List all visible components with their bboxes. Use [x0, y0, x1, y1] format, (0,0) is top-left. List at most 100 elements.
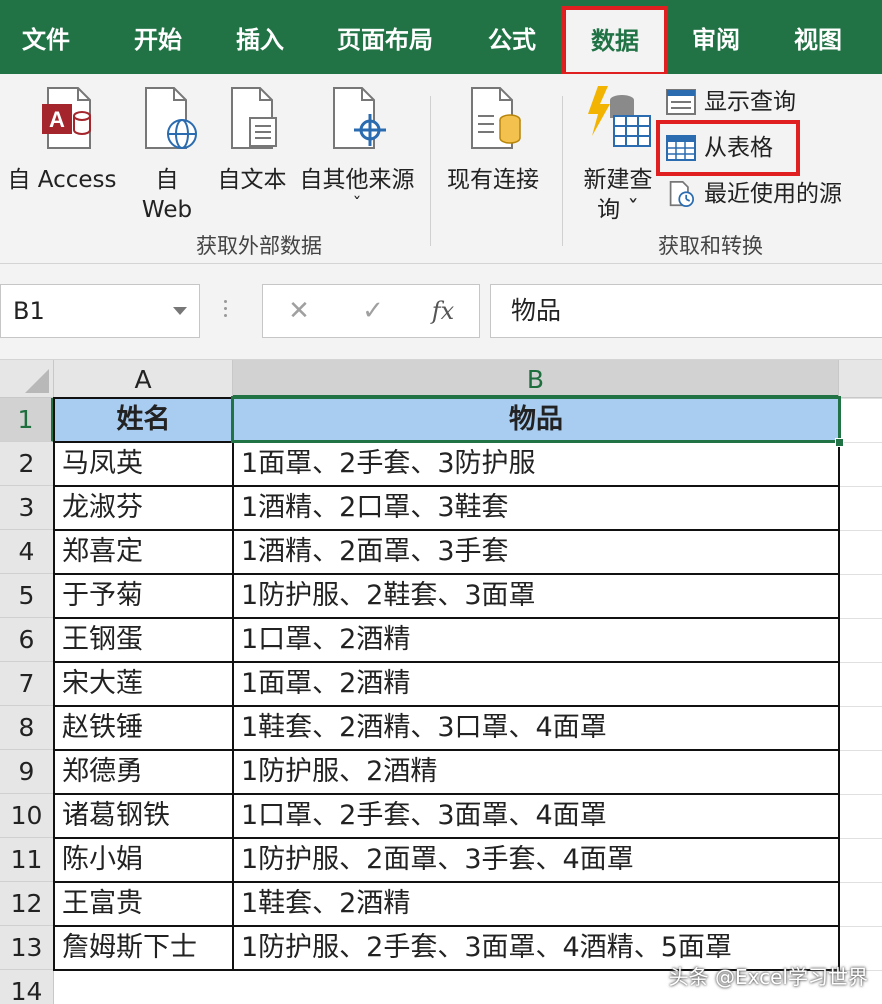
- cell-name[interactable]: 郑德勇: [54, 750, 233, 794]
- watermark: 头条 @Excel学习世界: [668, 965, 868, 989]
- text-file-icon: [231, 87, 277, 149]
- column-header-c[interactable]: [839, 360, 882, 398]
- fill-handle[interactable]: [835, 438, 844, 447]
- from-table-button[interactable]: 从表格: [664, 130, 784, 166]
- tab-home[interactable]: 开始: [110, 0, 206, 74]
- table-icon: [666, 135, 696, 161]
- recent-sources-button[interactable]: 最近使用的源: [664, 176, 874, 212]
- header-cell-items[interactable]: 物品: [233, 398, 839, 442]
- gridline: [839, 838, 882, 839]
- header-cell-name[interactable]: 姓名: [54, 398, 233, 442]
- cell-name[interactable]: 诸葛钢铁: [54, 794, 233, 838]
- row-header[interactable]: 1: [0, 398, 54, 442]
- table-border: [53, 398, 55, 971]
- gridline: [839, 486, 882, 487]
- table-border: [53, 925, 840, 927]
- name-box[interactable]: B1: [0, 284, 200, 338]
- formula-input[interactable]: 物品: [490, 284, 882, 338]
- column-header-b[interactable]: B: [233, 360, 839, 398]
- cancel-icon[interactable]: ✕: [269, 285, 329, 337]
- cell-items[interactable]: 1口罩、2酒精: [233, 618, 839, 662]
- row-header[interactable]: 7: [0, 662, 54, 706]
- row-header[interactable]: 14: [0, 970, 54, 1004]
- gridline: [839, 574, 882, 575]
- cell-items[interactable]: 1鞋套、2酒精、3口罩、4面罩: [233, 706, 839, 750]
- cell-items[interactable]: 1防护服、2酒精: [233, 750, 839, 794]
- table-border: [53, 573, 840, 575]
- show-queries-icon: [666, 89, 696, 115]
- insert-function-icon[interactable]: fx: [413, 285, 473, 337]
- gridline: [839, 530, 882, 531]
- row-header[interactable]: 5: [0, 574, 54, 618]
- row-header[interactable]: 4: [0, 530, 54, 574]
- from-web-label-1: 自: [155, 167, 179, 193]
- row-header[interactable]: 13: [0, 926, 54, 970]
- cell-items[interactable]: 1酒精、2口罩、3鞋套: [233, 486, 839, 530]
- table-border: [53, 881, 840, 883]
- new-query-label-1: 新建查: [583, 167, 653, 193]
- cell-name[interactable]: 龙淑芬: [54, 486, 233, 530]
- row-header[interactable]: 6: [0, 618, 54, 662]
- select-all-icon: [25, 369, 49, 393]
- tab-data[interactable]: 数据: [566, 8, 664, 74]
- existing-connections-button[interactable]: 现有连接: [440, 86, 546, 226]
- row-header[interactable]: 3: [0, 486, 54, 530]
- from-web-button[interactable]: 自 Web: [132, 86, 202, 226]
- row-header[interactable]: 12: [0, 882, 54, 926]
- new-query-button[interactable]: 新建查 询 ˇ: [576, 84, 660, 224]
- select-all-corner[interactable]: [0, 360, 54, 398]
- cell-empty[interactable]: [54, 970, 233, 1004]
- from-other-sources-button[interactable]: 自其他来源 ˇ: [294, 86, 420, 226]
- table-border: [53, 397, 840, 399]
- table-border: [53, 617, 840, 619]
- ribbon-tab-bar: 文件 开始 插入 页面布局 公式 数据 审阅 视图: [0, 0, 882, 74]
- table-border: [53, 837, 840, 839]
- formula-bar-grip-icon[interactable]: [224, 296, 228, 326]
- table-border: [53, 705, 840, 707]
- cell-items[interactable]: 1防护服、2鞋套、3面罩: [233, 574, 839, 618]
- worksheet: A B 1 2 3 4 5 6 7 8 9 10 11 12 13 14 姓名 物品 马凤英 1面罩、2手套、3防…: [0, 360, 882, 1004]
- row-header[interactable]: 8: [0, 706, 54, 750]
- gridline: [839, 706, 882, 707]
- tab-file[interactable]: 文件: [0, 0, 92, 74]
- table-border: [53, 529, 840, 531]
- cell-name[interactable]: 于予菊: [54, 574, 233, 618]
- svg-text:A: A: [49, 107, 65, 132]
- from-text-button[interactable]: 自文本: [212, 86, 292, 226]
- tab-review[interactable]: 审阅: [670, 0, 762, 74]
- cell-items[interactable]: 1鞋套、2酒精: [233, 882, 839, 926]
- cell-name[interactable]: 赵铁锤: [54, 706, 233, 750]
- ribbon-separator: [430, 96, 431, 246]
- row-header[interactable]: 11: [0, 838, 54, 882]
- column-header-a[interactable]: A: [54, 360, 233, 398]
- from-access-label: 自 Access: [7, 167, 117, 193]
- row-header[interactable]: 9: [0, 750, 54, 794]
- cell-name[interactable]: 詹姆斯下士: [54, 926, 233, 970]
- cell-name[interactable]: 马凤英: [54, 442, 233, 486]
- cell-name[interactable]: 宋大莲: [54, 662, 233, 706]
- cell-items[interactable]: 1酒精、2面罩、3手套: [233, 530, 839, 574]
- enter-icon[interactable]: ✓: [343, 285, 403, 337]
- cell-name[interactable]: 王钢蛋: [54, 618, 233, 662]
- tab-formulas[interactable]: 公式: [466, 0, 558, 74]
- tab-insert[interactable]: 插入: [214, 0, 306, 74]
- row-header[interactable]: 2: [0, 442, 54, 486]
- from-access-button[interactable]: A 自 Access: [4, 86, 120, 226]
- cell-items[interactable]: 1防护服、2面罩、3手套、4面罩: [233, 838, 839, 882]
- chevron-down-icon[interactable]: [173, 307, 187, 315]
- tab-page-layout[interactable]: 页面布局: [322, 0, 448, 74]
- cell-items[interactable]: 1面罩、2酒精: [233, 662, 839, 706]
- ribbon-separator-2: [562, 96, 563, 246]
- show-queries-button[interactable]: 显示查询: [664, 84, 874, 120]
- gridline: [839, 662, 882, 663]
- cell-name[interactable]: 郑喜定: [54, 530, 233, 574]
- formula-bar: B1 ✕ ✓ fx 物品: [0, 264, 882, 360]
- recent-sources-icon: [669, 181, 694, 207]
- row-header[interactable]: 10: [0, 794, 54, 838]
- cell-items[interactable]: 1面罩、2手套、3防护服: [233, 442, 839, 486]
- cell-items[interactable]: 1口罩、2手套、3面罩、4面罩: [233, 794, 839, 838]
- cell-name[interactable]: 陈小娟: [54, 838, 233, 882]
- table-border: [53, 793, 840, 795]
- cell-name[interactable]: 王富贵: [54, 882, 233, 926]
- tab-view[interactable]: 视图: [772, 0, 864, 74]
